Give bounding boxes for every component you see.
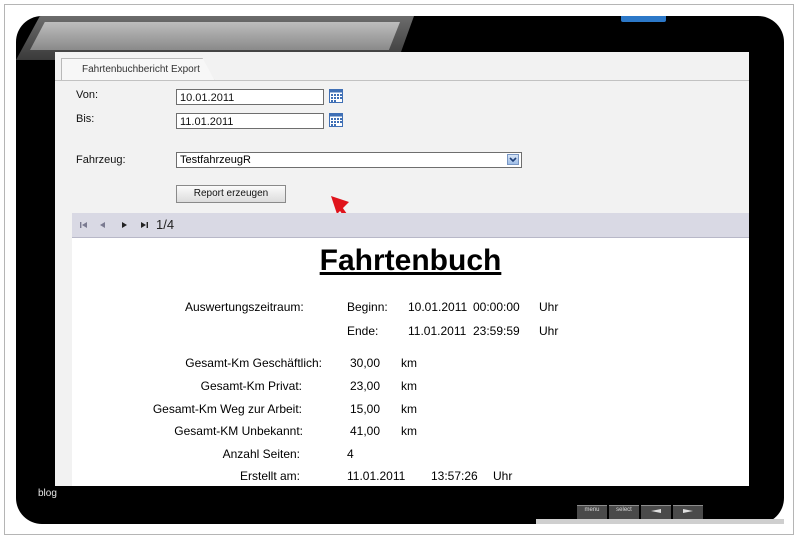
von-date-input[interactable]: 10.01.2011 [176, 89, 324, 105]
erstellt-date: 11.01.2011 [347, 469, 406, 483]
arrow-right-icon [683, 509, 693, 513]
calendar-icon[interactable] [329, 89, 343, 103]
tab-fahrtenbuchbericht-export[interactable]: Fahrtenbuchbericht Export [61, 58, 215, 81]
km-row-value: 15,00 [350, 402, 381, 416]
erstellt-unit: Uhr [493, 469, 513, 483]
fahrzeug-select[interactable]: TestfahrzeugR [176, 152, 522, 168]
calendar-icon[interactable] [329, 113, 343, 127]
hardware-right-button[interactable] [673, 505, 703, 520]
seiten-label: Anzahl Seiten: [222, 447, 300, 461]
erstellt-time: 13:57:26 [431, 469, 478, 483]
beginn-unit: Uhr [539, 300, 559, 314]
seiten-value: 4 [347, 447, 354, 461]
hardware-select-button[interactable]: select [609, 505, 639, 520]
beginn-time: 00:00:00 [473, 300, 520, 314]
report-title: Fahrtenbuch [319, 244, 502, 277]
first-page-icon[interactable] [78, 219, 90, 231]
beginn-label: Beginn: [347, 300, 388, 314]
km-row-value: 41,00 [350, 424, 381, 438]
page-indicator: 1/4 [156, 217, 175, 232]
zeitraum-label: Auswertungszeitraum: [185, 300, 304, 314]
last-page-icon[interactable] [138, 219, 150, 231]
bis-date-input[interactable]: 11.01.2011 [176, 113, 324, 129]
ende-time: 23:59:59 [473, 324, 520, 338]
bis-label: Bis: [76, 113, 95, 125]
device-glare-highlight [30, 22, 400, 50]
km-row-unit: km [401, 402, 417, 416]
power-led [621, 16, 666, 22]
chevron-down-icon[interactable] [507, 154, 519, 165]
km-row-label: Gesamt-Km Privat: [200, 379, 302, 393]
km-row-unit: km [401, 379, 417, 393]
km-row-unit: km [401, 424, 417, 438]
report-toolbar: 1/4 [72, 213, 749, 238]
app-screen: Fahrtenbuchbericht Export Von: 10.01.201… [55, 52, 749, 486]
hardware-menu-button[interactable]: menu [577, 505, 607, 520]
hardware-left-button[interactable] [641, 505, 671, 520]
report-erzeugen-button[interactable]: Report erzeugen [176, 185, 286, 203]
fahrzeug-label: Fahrzeug: [76, 154, 126, 166]
ende-unit: Uhr [539, 324, 559, 338]
km-row-value: 30,00 [350, 356, 381, 370]
km-row-unit: km [401, 356, 417, 370]
beginn-date: 10.01.2011 [408, 300, 468, 314]
report-page: Fahrtenbuch Auswertungszeitraum: Beginn:… [72, 238, 749, 486]
brand-label: blog [38, 488, 57, 499]
von-label: Von: [76, 89, 99, 101]
km-row-value: 23,00 [350, 379, 381, 393]
fahrzeug-selected-value: TestfahrzeugR [180, 154, 251, 166]
ende-date: 11.01.2011 [408, 324, 467, 338]
km-row-label: Gesamt-Km Weg zur Arbeit: [152, 402, 302, 416]
erstellt-label: Erstellt am: [239, 469, 300, 483]
next-page-icon[interactable] [118, 219, 130, 231]
km-row-label: Gesamt-KM Unbekannt: [174, 424, 303, 438]
ende-label: Ende: [347, 324, 379, 338]
km-row-label: Gesamt-Km Geschäftlich: [185, 356, 322, 370]
previous-page-icon[interactable] [97, 219, 109, 231]
tab-divider [55, 80, 749, 81]
device-base-strip [536, 519, 784, 524]
hardware-select-label: select [616, 507, 632, 513]
arrow-left-icon [651, 509, 661, 513]
hardware-menu-label: menu [584, 507, 600, 513]
